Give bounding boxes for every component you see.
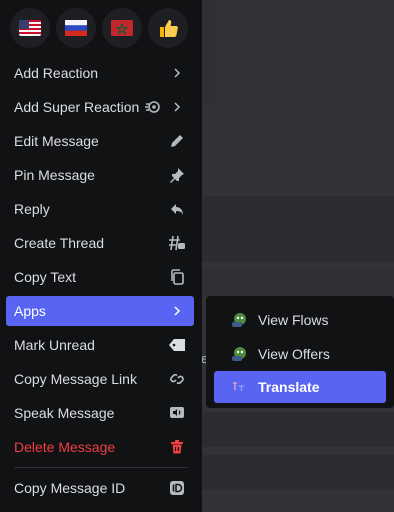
add-super-reaction-item[interactable]: Add Super Reaction xyxy=(6,92,194,122)
delete-message-label: Delete Message xyxy=(14,439,116,455)
chevron-right-icon xyxy=(168,302,186,320)
view-flows-item[interactable]: View Flows xyxy=(214,304,386,336)
app-avatar-icon xyxy=(230,311,248,329)
view-offers-label: View Offers xyxy=(258,346,330,362)
chat-background-strip xyxy=(202,412,394,447)
create-thread-item[interactable]: Create Thread xyxy=(6,228,194,258)
copy-message-link-item[interactable]: Copy Message Link xyxy=(6,364,194,394)
quick-reactions-bar xyxy=(10,8,188,48)
view-offers-item[interactable]: View Offers xyxy=(214,338,386,370)
apps-submenu: View Flows View Offers Translate xyxy=(206,296,394,408)
mark-unread-label: Mark Unread xyxy=(14,337,95,353)
apps-label: Apps xyxy=(14,303,46,319)
menu-separator xyxy=(14,467,188,468)
speak-message-label: Speak Message xyxy=(14,405,115,421)
mark-unread-item[interactable]: Mark Unread xyxy=(6,330,194,360)
link-icon xyxy=(168,370,186,388)
copy-icon xyxy=(168,268,186,286)
translate-label: Translate xyxy=(258,379,320,395)
translate-item[interactable]: Translate xyxy=(214,371,386,403)
pin-message-item[interactable]: Pin Message xyxy=(6,160,194,190)
copy-message-link-label: Copy Message Link xyxy=(14,371,137,387)
copy-message-id-label: Copy Message ID xyxy=(14,480,126,496)
super-reaction-icon xyxy=(144,98,162,116)
tag-icon xyxy=(168,336,186,354)
morocco-flag-emoji[interactable] xyxy=(102,8,142,48)
reply-label: Reply xyxy=(14,201,50,217)
translate-app-icon xyxy=(230,378,248,396)
speaker-icon xyxy=(168,404,186,422)
pin-icon xyxy=(168,166,186,184)
edit-message-label: Edit Message xyxy=(14,133,99,149)
trash-icon xyxy=(168,438,186,456)
message-context-menu: Add Reaction Add Super Reaction Edit Mes… xyxy=(0,0,202,512)
apps-item[interactable]: Apps xyxy=(6,296,194,326)
us-flag-emoji[interactable] xyxy=(10,8,50,48)
edit-message-item[interactable]: Edit Message xyxy=(6,126,194,156)
pencil-icon xyxy=(168,132,186,150)
create-thread-label: Create Thread xyxy=(14,235,105,251)
add-super-reaction-label: Add Super Reaction xyxy=(14,99,140,115)
reply-item[interactable]: Reply xyxy=(6,194,194,224)
chat-background-strip xyxy=(202,196,394,262)
thumbs-up-emoji[interactable] xyxy=(148,8,188,48)
view-flows-label: View Flows xyxy=(258,312,329,328)
reply-arrow-icon xyxy=(168,200,186,218)
add-reaction-label: Add Reaction xyxy=(14,65,99,81)
chevron-right-icon xyxy=(168,98,186,116)
id-badge-icon xyxy=(168,479,186,497)
thread-icon xyxy=(168,234,186,252)
chat-background-strip xyxy=(202,455,394,490)
chat-background-strip xyxy=(202,0,215,105)
pin-message-label: Pin Message xyxy=(14,167,95,183)
delete-message-item[interactable]: Delete Message xyxy=(6,432,194,462)
chat-background-strip xyxy=(202,268,394,296)
copy-message-id-item[interactable]: Copy Message ID xyxy=(6,473,194,503)
copy-text-label: Copy Text xyxy=(14,269,76,285)
copy-text-item[interactable]: Copy Text xyxy=(6,262,194,292)
add-reaction-item[interactable]: Add Reaction xyxy=(6,58,194,88)
app-avatar-icon xyxy=(230,345,248,363)
chevron-right-icon xyxy=(168,64,186,82)
russia-flag-emoji[interactable] xyxy=(56,8,96,48)
speak-message-item[interactable]: Speak Message xyxy=(6,398,194,428)
